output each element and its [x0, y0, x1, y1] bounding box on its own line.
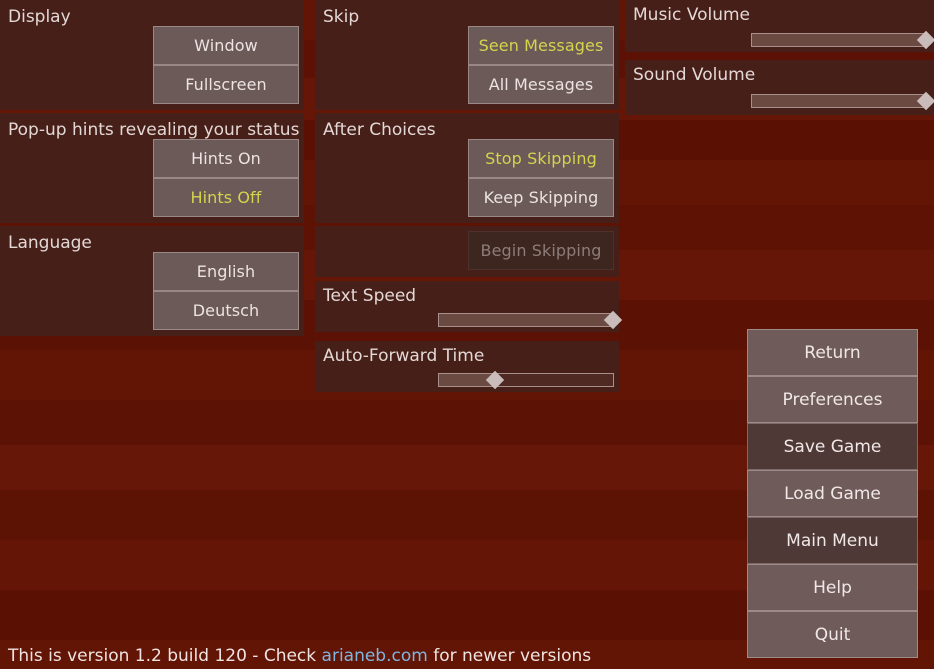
display-panel: Display Window Fullscreen — [0, 0, 304, 110]
display-title: Display — [8, 7, 71, 27]
nav-item-return[interactable]: Return — [747, 329, 918, 376]
skip-title: Skip — [323, 7, 360, 27]
after-choices-panel: After Choices Stop Skipping Keep Skippin… — [315, 113, 619, 223]
hints-option-on[interactable]: Hints On — [153, 139, 299, 178]
begin-skipping-panel: Begin Skipping — [315, 226, 619, 277]
music-volume-title: Music Volume — [633, 5, 750, 25]
music-volume-slider-fill — [752, 34, 926, 46]
after-choices-option-keep-skipping[interactable]: Keep Skipping — [468, 178, 614, 217]
display-option-fullscreen[interactable]: Fullscreen — [153, 65, 299, 104]
version-text-prefix: This is version 1.2 build 120 - Check — [8, 646, 322, 666]
language-option-english[interactable]: English — [153, 252, 299, 291]
sound-volume-slider-fill — [752, 95, 926, 107]
nav-item-preferences[interactable]: Preferences — [747, 376, 918, 423]
hints-option-off[interactable]: Hints Off — [153, 178, 299, 217]
nav-item-save-game[interactable]: Save Game — [747, 423, 918, 470]
music-volume-slider[interactable] — [751, 30, 934, 50]
language-title: Language — [8, 233, 92, 253]
text-speed-slider[interactable] — [438, 310, 623, 330]
navigation-menu: Return Preferences Save Game Load Game M… — [747, 329, 918, 658]
version-footer: This is version 1.2 build 120 - Check ar… — [8, 646, 591, 666]
nav-item-help[interactable]: Help — [747, 564, 918, 611]
music-volume-panel: Music Volume — [625, 0, 934, 52]
display-option-window[interactable]: Window — [153, 26, 299, 65]
language-option-deutsch[interactable]: Deutsch — [153, 291, 299, 330]
nav-item-load-game[interactable]: Load Game — [747, 470, 918, 517]
sound-volume-panel: Sound Volume — [625, 60, 934, 115]
after-choices-option-stop-skipping[interactable]: Stop Skipping — [468, 139, 614, 178]
skip-panel: Skip Seen Messages All Messages — [315, 0, 619, 110]
skip-option-all-messages[interactable]: All Messages — [468, 65, 614, 104]
after-choices-title: After Choices — [323, 120, 436, 140]
nav-item-quit[interactable]: Quit — [747, 611, 918, 658]
begin-skipping-button: Begin Skipping — [468, 231, 614, 270]
language-panel: Language English Deutsch — [0, 226, 304, 336]
hints-title: Pop-up hints revealing your status — [8, 120, 300, 140]
text-speed-panel: Text Speed — [315, 281, 623, 332]
text-speed-slider-fill — [439, 314, 613, 326]
version-text-suffix: for newer versions — [427, 646, 592, 666]
auto-forward-title: Auto-Forward Time — [323, 346, 485, 366]
text-speed-title: Text Speed — [323, 286, 417, 306]
nav-item-main-menu[interactable]: Main Menu — [747, 517, 918, 564]
sound-volume-slider[interactable] — [751, 91, 934, 111]
preferences-screen: Display Window Fullscreen Pop-up hints r… — [0, 0, 934, 669]
hints-panel: Pop-up hints revealing your status Hints… — [0, 113, 304, 223]
sound-volume-title: Sound Volume — [633, 65, 756, 85]
website-link[interactable]: arianeb.com — [322, 646, 428, 666]
skip-option-seen-messages[interactable]: Seen Messages — [468, 26, 614, 65]
auto-forward-panel: Auto-Forward Time — [315, 341, 619, 392]
auto-forward-slider[interactable] — [438, 370, 614, 390]
